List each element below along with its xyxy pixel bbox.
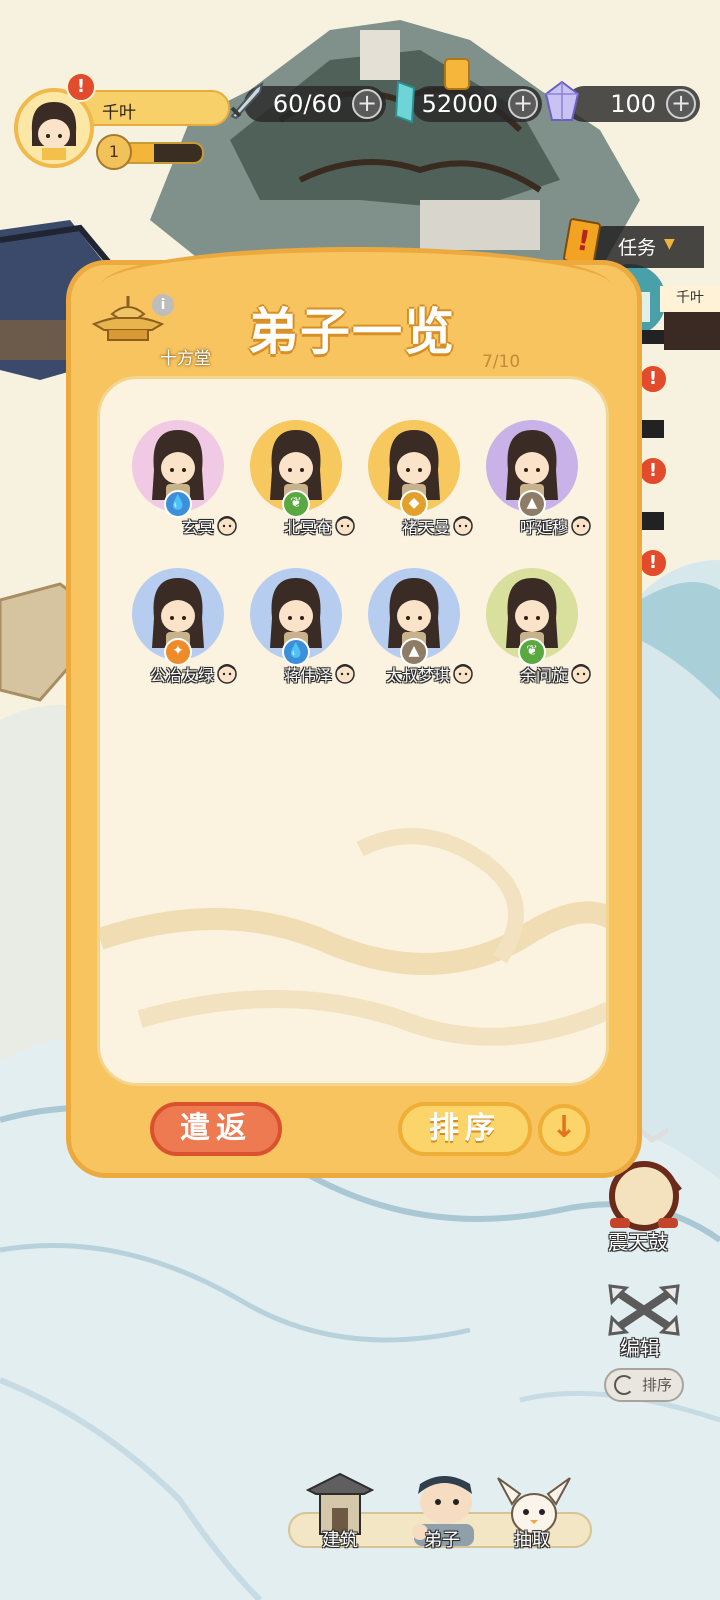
player-name-bar[interactable]: 千叶 <box>78 90 230 126</box>
disciple-face-icon <box>571 664 591 684</box>
stamina-value: 60/60 <box>272 90 342 118</box>
disciple-name: 呼延穆 <box>519 518 568 537</box>
element-metal-icon: ◆ <box>400 490 428 518</box>
disciple-card[interactable]: ✦ 公冶友绿 <box>118 568 237 698</box>
crystal-counter: 100 + <box>566 86 700 122</box>
disciple-name: 北冥奄 <box>283 518 332 537</box>
nav-disciple-label: 弟子 <box>424 1530 460 1551</box>
player-portrait-icon <box>31 102 77 160</box>
jade-counter: 52000 + <box>412 86 542 122</box>
disciple-face-icon <box>335 516 355 536</box>
disciple-face-icon <box>453 664 473 684</box>
panel-title: 弟子一览 <box>248 303 456 361</box>
layout-sort-button[interactable]: 排序 <box>604 1368 684 1402</box>
diamond-icon <box>544 80 580 121</box>
crystal-value: 100 <box>610 90 656 118</box>
disciple-card[interactable]: ▲ 呼延穆 <box>472 420 591 550</box>
disciple-name: 公冶友绿 <box>149 666 214 685</box>
nav-draw-label: 抽取 <box>514 1530 550 1551</box>
disciple-card[interactable]: ❦ 北冥奄 <box>236 420 355 550</box>
sort-button[interactable]: 排序 <box>398 1102 532 1156</box>
stamina-add-button[interactable]: + <box>352 89 382 119</box>
disciple-face-icon <box>217 516 237 536</box>
disciple-card[interactable]: 💧 玄冥 <box>118 420 237 550</box>
hall-label: 十方堂 <box>160 349 211 369</box>
crystal-add-button[interactable]: + <box>666 89 696 119</box>
disciple-face-icon <box>453 516 473 536</box>
element-earth-icon: ▲ <box>518 490 546 518</box>
alert-icon: ! <box>638 456 668 486</box>
jade-value: 52000 <box>421 90 498 118</box>
disciple-face-icon <box>335 664 355 684</box>
disciple-card[interactable]: ◆ 褚天曼 <box>354 420 473 550</box>
disciple-name: 蒋伟泽 <box>283 666 332 685</box>
level-badge: 1 <box>96 134 132 170</box>
disciple-card[interactable]: 💧 蒋伟泽 <box>236 568 355 698</box>
disciple-name: 褚天曼 <box>401 518 450 537</box>
sort-direction-button[interactable]: ↓ <box>538 1104 590 1156</box>
element-water-icon: 💧 <box>164 490 192 518</box>
right-name-tag: 千叶 <box>660 286 720 312</box>
nav-build-label: 建筑 <box>322 1530 358 1551</box>
gold-bar-icon <box>444 58 470 90</box>
element-earth-icon: ▲ <box>400 638 428 666</box>
jade-crystal-icon <box>394 80 416 124</box>
dismiss-button[interactable]: 遣返 <box>150 1102 282 1156</box>
xp-bar <box>120 142 204 164</box>
sword-icon <box>230 81 264 120</box>
quest-caret-icon: ▼ <box>664 236 675 252</box>
disciple-count: 7/10 <box>482 352 521 372</box>
rotate-icon <box>614 1375 634 1395</box>
player-alert-icon: ! <box>66 72 96 102</box>
layout-sort-label: 排序 <box>641 1376 672 1394</box>
player-name: 千叶 <box>102 103 136 123</box>
disciple-name: 余问旋 <box>519 666 568 685</box>
quest-label: 任务 <box>618 237 657 259</box>
drum-label: 震天鼓 <box>608 1230 668 1254</box>
element-wood-icon: ❦ <box>518 638 546 666</box>
disciple-name: 玄冥 <box>181 518 214 537</box>
element-fire-icon: ✦ <box>164 638 192 666</box>
disciple-face-icon <box>217 664 237 684</box>
disciple-face-icon <box>571 516 591 536</box>
disciple-name: 太叔梦琪 <box>385 666 450 685</box>
info-icon[interactable]: i <box>152 294 174 316</box>
element-water-icon: 💧 <box>282 638 310 666</box>
element-wood-icon: ❦ <box>282 490 310 518</box>
edit-label: 编辑 <box>620 1336 660 1360</box>
alert-icon: ! <box>638 548 668 578</box>
disciple-card[interactable]: ▲ 太叔梦琪 <box>354 568 473 698</box>
disciple-card[interactable]: ❦ 余问旋 <box>472 568 591 698</box>
alert-icon: ! <box>638 364 668 394</box>
edit-arrows-icon[interactable] <box>606 1282 682 1338</box>
jade-add-button[interactable]: + <box>508 89 538 119</box>
